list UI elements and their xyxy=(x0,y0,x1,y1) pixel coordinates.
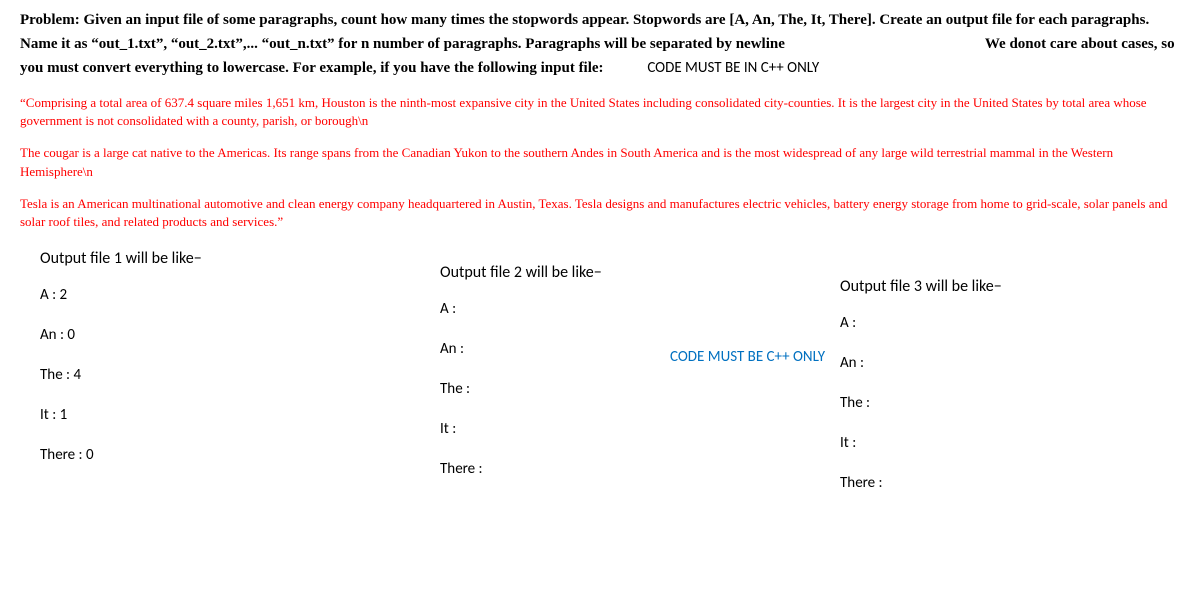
output-line: It : xyxy=(840,434,1180,452)
output-title-3: Output file 3 will be like− xyxy=(840,277,1180,296)
output-line: A : 2 xyxy=(40,286,380,304)
example-paragraph-3: Tesla is an American multinational autom… xyxy=(20,195,1180,231)
problem-statement: Problem: Given an input file of some par… xyxy=(20,8,1180,80)
output-line: It : xyxy=(440,420,780,438)
output-line: The : 4 xyxy=(40,366,380,384)
output-line: There : xyxy=(440,460,780,478)
output-line: An : 0 xyxy=(40,326,380,344)
problem-text-part1: Problem: Given an input file of some par… xyxy=(20,12,1149,52)
example-paragraph-1: “Comprising a total area of 637.4 square… xyxy=(20,94,1180,130)
output-column-3: Output file 3 will be like− A : An : The… xyxy=(820,249,1180,514)
output-line: The : xyxy=(440,380,780,398)
outputs-container: Output file 1 will be like− A : 2 An : 0… xyxy=(20,249,1180,514)
output-line: The : xyxy=(840,394,1180,412)
code-note-top: CODE MUST BE IN C++ ONLY xyxy=(647,59,819,77)
output-column-1: Output file 1 will be like− A : 2 An : 0… xyxy=(20,249,380,514)
output-line: An : xyxy=(840,354,1180,372)
example-paragraph-2: The cougar is a large cat native to the … xyxy=(20,144,1180,180)
output-line: There : 0 xyxy=(40,446,380,464)
output-column-2: Output file 2 will be like− A : An : The… xyxy=(420,249,780,514)
output-title-2: Output file 2 will be like− xyxy=(440,263,780,282)
output-line: There : xyxy=(840,474,1180,492)
output-line: A : xyxy=(840,314,1180,332)
code-note-middle: CODE MUST BE C++ ONLY xyxy=(670,348,825,366)
output-title-1: Output file 1 will be like− xyxy=(40,249,380,268)
output-line: A : xyxy=(440,300,780,318)
output-line: It : 1 xyxy=(40,406,380,424)
